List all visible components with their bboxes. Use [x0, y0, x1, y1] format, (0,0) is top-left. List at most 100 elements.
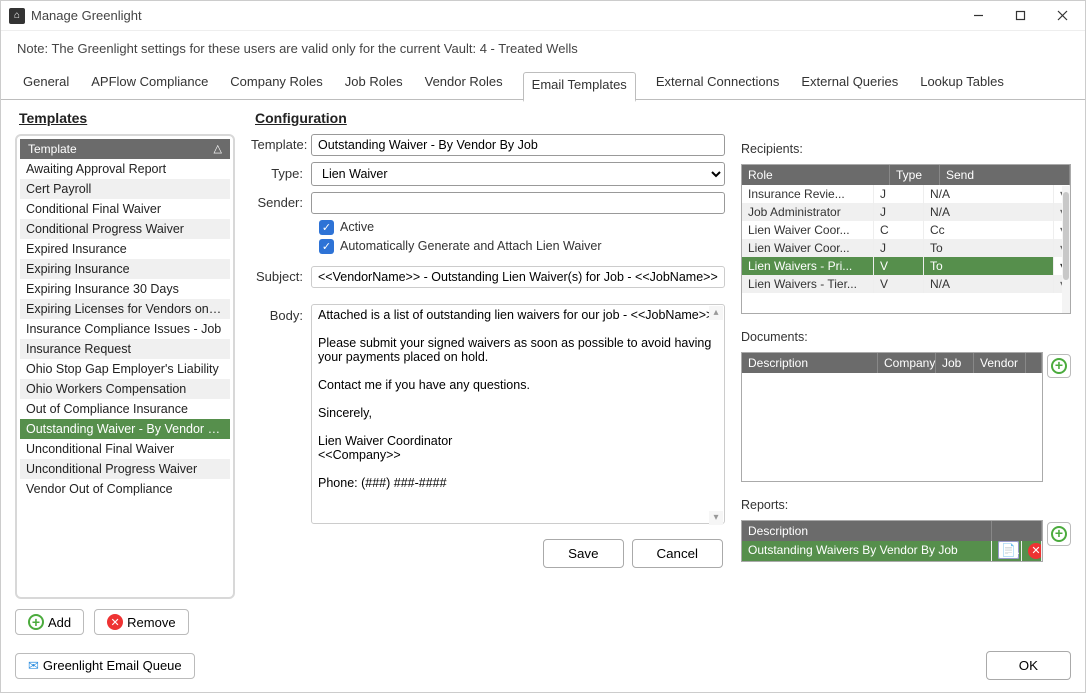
- close-button[interactable]: [1041, 2, 1083, 30]
- auto-generate-checkbox-row[interactable]: ✓ Automatically Generate and Attach Lien…: [319, 239, 725, 254]
- email-queue-label: Greenlight Email Queue: [43, 658, 182, 673]
- documents-grid[interactable]: Description Company Job Vendor: [741, 352, 1043, 482]
- scroll-down-icon[interactable]: ▾: [709, 511, 723, 525]
- template-name-input[interactable]: [311, 134, 725, 156]
- reports-label: Reports:: [741, 498, 1071, 512]
- recipient-send: To: [924, 257, 1054, 275]
- tab-vendor-roles[interactable]: Vendor Roles: [423, 70, 505, 99]
- vault-note: Note: The Greenlight settings for these …: [1, 31, 1085, 62]
- recipients-header-role[interactable]: Role: [742, 165, 890, 185]
- tab-job-roles[interactable]: Job Roles: [343, 70, 405, 99]
- recipients-header-send[interactable]: Send: [940, 165, 1070, 185]
- recipient-row[interactable]: Lien Waiver Coor...JTo▾: [742, 239, 1070, 257]
- type-select[interactable]: Lien Waiver: [311, 162, 725, 186]
- recipient-role: Insurance Revie...: [742, 185, 874, 203]
- label-type: Type:: [251, 166, 311, 181]
- template-item[interactable]: Insurance Compliance Issues - Job: [20, 319, 230, 339]
- save-button[interactable]: Save: [543, 539, 623, 568]
- tab-email-templates[interactable]: Email Templates: [523, 72, 636, 102]
- tab-lookup-tables[interactable]: Lookup Tables: [918, 70, 1006, 99]
- plus-icon: +: [28, 614, 44, 630]
- templates-header-label: Template: [28, 142, 77, 156]
- window-title: Manage Greenlight: [31, 8, 957, 23]
- recipient-send: N/A: [924, 275, 1054, 293]
- cancel-button[interactable]: Cancel: [632, 539, 724, 568]
- auto-generate-checkbox[interactable]: ✓: [319, 239, 334, 254]
- recipient-type: J: [874, 185, 924, 203]
- remove-template-button[interactable]: ✕ Remove: [94, 609, 188, 635]
- template-item[interactable]: Expiring Insurance: [20, 259, 230, 279]
- template-item[interactable]: Expired Insurance: [20, 239, 230, 259]
- template-item[interactable]: Cert Payroll: [20, 179, 230, 199]
- tab-apflow-compliance[interactable]: APFlow Compliance: [89, 70, 210, 99]
- reports-header-description[interactable]: Description: [742, 521, 992, 541]
- template-item[interactable]: Insurance Request: [20, 339, 230, 359]
- documents-header-vendor[interactable]: Vendor: [974, 353, 1026, 373]
- label-subject: Subject:: [251, 269, 311, 284]
- add-document-button[interactable]: +: [1047, 354, 1071, 378]
- body-textarea[interactable]: [311, 304, 725, 524]
- template-item[interactable]: Conditional Final Waiver: [20, 199, 230, 219]
- subject-input[interactable]: [311, 266, 725, 288]
- auto-generate-label: Automatically Generate and Attach Lien W…: [340, 239, 601, 253]
- template-item[interactable]: Out of Compliance Insurance: [20, 399, 230, 419]
- template-item[interactable]: Outstanding Waiver - By Vendor By...: [20, 419, 230, 439]
- template-item[interactable]: Unconditional Progress Waiver: [20, 459, 230, 479]
- remove-icon: ✕: [107, 614, 123, 630]
- minimize-button[interactable]: [957, 2, 999, 30]
- label-sender: Sender:: [251, 195, 311, 210]
- tab-general[interactable]: General: [21, 70, 71, 99]
- configuration-heading: Configuration: [251, 108, 725, 134]
- templates-list[interactable]: Template △ Awaiting Approval ReportCert …: [15, 134, 235, 600]
- recipients-label: Recipients:: [741, 142, 1071, 156]
- maximize-button[interactable]: [999, 2, 1041, 30]
- documents-header-job[interactable]: Job: [936, 353, 974, 373]
- template-item[interactable]: Vendor Out of Compliance: [20, 479, 230, 499]
- recipient-send: N/A: [924, 185, 1054, 203]
- template-item[interactable]: Ohio Stop Gap Employer's Liability: [20, 359, 230, 379]
- documents-header-company[interactable]: Company: [878, 353, 936, 373]
- recipient-role: Job Administrator: [742, 203, 874, 221]
- recipients-header-type[interactable]: Type: [890, 165, 940, 185]
- add-report-button[interactable]: +: [1047, 522, 1071, 546]
- report-details-icon[interactable]: 📄: [998, 541, 1019, 559]
- tab-external-connections[interactable]: External Connections: [654, 70, 782, 99]
- tab-external-queries[interactable]: External Queries: [799, 70, 900, 99]
- active-checkbox[interactable]: ✓: [319, 220, 334, 235]
- recipient-row[interactable]: Lien Waiver Coor...CCc▾: [742, 221, 1070, 239]
- template-item[interactable]: Awaiting Approval Report: [20, 159, 230, 179]
- titlebar: ⌂ Manage Greenlight: [1, 1, 1085, 31]
- template-item[interactable]: Expiring Licenses for Vendors on th...: [20, 299, 230, 319]
- templates-heading: Templates: [15, 108, 235, 134]
- recipient-row[interactable]: Lien Waivers - Pri...VTo▾: [742, 257, 1070, 275]
- recipient-send: To: [924, 239, 1054, 257]
- template-item[interactable]: Conditional Progress Waiver: [20, 219, 230, 239]
- recipient-row[interactable]: Job AdministratorJN/A▾: [742, 203, 1070, 221]
- add-template-button[interactable]: + Add: [15, 609, 84, 635]
- recipients-scrollbar[interactable]: [1062, 186, 1070, 313]
- reports-row[interactable]: Outstanding Waivers By Vendor By Job 📄 ✕: [742, 541, 1042, 561]
- email-queue-button[interactable]: ✉ Greenlight Email Queue: [15, 653, 195, 679]
- recipients-grid[interactable]: Role Type Send Insurance Revie...JN/A▾Jo…: [741, 164, 1071, 314]
- recipient-role: Lien Waivers - Tier...: [742, 275, 874, 293]
- template-item[interactable]: Unconditional Final Waiver: [20, 439, 230, 459]
- sender-input[interactable]: [311, 192, 725, 214]
- active-checkbox-row[interactable]: ✓ Active: [319, 220, 725, 235]
- template-item[interactable]: Ohio Workers Compensation: [20, 379, 230, 399]
- remove-label: Remove: [127, 615, 175, 630]
- documents-header-blank: [1026, 353, 1042, 373]
- templates-panel: Templates Template △ Awaiting Approval R…: [15, 108, 235, 636]
- ok-button[interactable]: OK: [986, 651, 1071, 680]
- recipient-send: N/A: [924, 203, 1054, 221]
- reports-grid[interactable]: Description Outstanding Waivers By Vendo…: [741, 520, 1043, 562]
- delete-report-icon[interactable]: ✕: [1028, 543, 1042, 559]
- recipient-row[interactable]: Lien Waivers - Tier...VN/A▾: [742, 275, 1070, 293]
- templates-list-header[interactable]: Template △: [20, 139, 230, 159]
- recipient-row[interactable]: Insurance Revie...JN/A▾: [742, 185, 1070, 203]
- recipient-role: Lien Waiver Coor...: [742, 239, 874, 257]
- sort-ascending-icon[interactable]: △: [214, 142, 222, 155]
- template-item[interactable]: Expiring Insurance 30 Days: [20, 279, 230, 299]
- scroll-up-icon[interactable]: ▴: [709, 306, 723, 320]
- tab-company-roles[interactable]: Company Roles: [228, 70, 325, 99]
- documents-header-description[interactable]: Description: [742, 353, 878, 373]
